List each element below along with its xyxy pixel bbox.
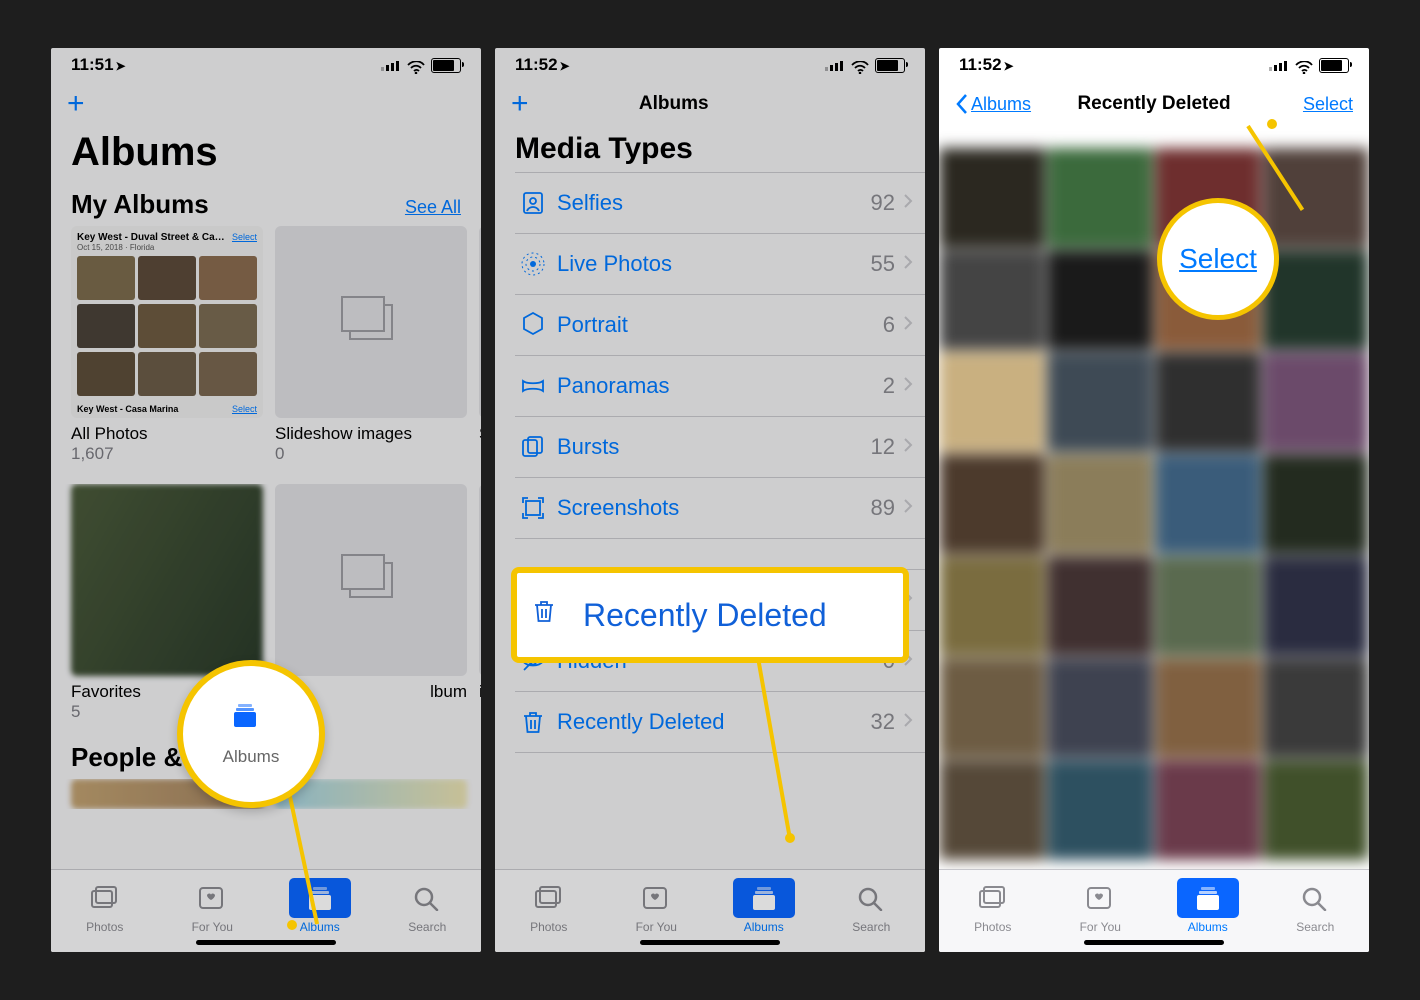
navbar: Albums Recently Deleted Select xyxy=(939,82,1369,126)
list-item-screenshots[interactable]: Screenshots89 xyxy=(515,478,925,539)
albums-icon xyxy=(749,885,779,911)
nav-title: Recently Deleted xyxy=(1077,93,1230,115)
signal-icon xyxy=(825,59,845,71)
signal-icon xyxy=(381,59,401,71)
signal-icon xyxy=(1269,59,1289,71)
bursts-icon xyxy=(515,434,551,460)
tutorial-triple-screenshot: 11:51➤ + Albums My Albums See All Key We… xyxy=(0,0,1420,1000)
time: 11:52 xyxy=(959,55,1002,74)
page-title: Albums xyxy=(51,126,481,183)
album-slideshow[interactable]: Slideshow images 0 xyxy=(275,226,467,464)
list-item-trash[interactable]: Recently Deleted32 xyxy=(515,692,925,753)
trash-icon xyxy=(531,598,565,632)
chevron-right-icon xyxy=(903,498,913,519)
back-button[interactable]: Albums xyxy=(955,93,1045,115)
select-button[interactable]: Select xyxy=(1263,94,1353,115)
list-item-selfies[interactable]: Selfies92 xyxy=(515,172,925,234)
screen1-albums: 11:51➤ + Albums My Albums See All Key We… xyxy=(51,48,481,952)
chevron-back-icon xyxy=(955,93,969,115)
section-media-types: Media Types xyxy=(495,126,925,172)
section-my-albums: My Albums See All xyxy=(51,183,481,226)
time: 11:51 xyxy=(71,55,114,74)
navbar: + Albums xyxy=(495,82,925,126)
location-icon: ➤ xyxy=(560,59,570,73)
photos-icon xyxy=(534,885,564,911)
screen3-recently-deleted: 11:52➤ Albums Recently Deleted Select Ph… xyxy=(939,48,1369,952)
tab-search[interactable]: Search xyxy=(374,870,482,952)
chevron-right-icon xyxy=(903,437,913,458)
tab-photos[interactable]: Photos xyxy=(939,870,1047,952)
heart-icon xyxy=(1085,885,1115,911)
chevron-right-icon xyxy=(903,254,913,275)
list-item-portrait[interactable]: Portrait6 xyxy=(515,295,925,356)
list-item-live[interactable]: Live Photos55 xyxy=(515,234,925,295)
chevron-right-icon xyxy=(903,376,913,397)
search-icon xyxy=(1300,885,1330,911)
statusbar: 11:52➤ xyxy=(495,48,925,82)
time: 11:52 xyxy=(515,55,558,74)
list-item-pano[interactable]: Panoramas2 xyxy=(515,356,925,417)
selfies-icon xyxy=(515,190,551,216)
battery-icon xyxy=(431,58,461,73)
home-indicator xyxy=(196,940,336,945)
photos-icon xyxy=(978,885,1008,911)
wifi-icon xyxy=(407,59,425,71)
heart-icon xyxy=(197,885,227,911)
home-indicator xyxy=(640,940,780,945)
deleted-photos-grid[interactable] xyxy=(939,148,1369,870)
callout-dot xyxy=(287,920,297,930)
search-icon xyxy=(856,885,886,911)
callout-dot xyxy=(1267,119,1277,129)
wifi-icon xyxy=(1295,59,1313,71)
albums-icon xyxy=(1193,885,1223,911)
navbar: + xyxy=(51,82,481,126)
home-indicator xyxy=(1084,940,1224,945)
chevron-right-icon xyxy=(903,712,913,733)
search-icon xyxy=(412,885,442,911)
tab-photos[interactable]: Photos xyxy=(51,870,159,952)
heart-icon xyxy=(641,885,671,911)
add-button[interactable]: + xyxy=(67,89,85,119)
album-all-photos[interactable]: Key West - Duval Street & Ca…Oct 15, 201… xyxy=(71,226,263,464)
albums-icon xyxy=(230,702,272,738)
highlight-select: Select xyxy=(1157,198,1279,320)
location-icon: ➤ xyxy=(116,59,126,73)
chevron-right-icon xyxy=(903,315,913,336)
albums-icon xyxy=(305,885,335,911)
screenshots-icon xyxy=(515,495,551,521)
screen2-media-types: 11:52➤ + Albums Media Types Selfies92Live… xyxy=(495,48,925,952)
callout-dot xyxy=(785,833,795,843)
wifi-icon xyxy=(851,59,869,71)
see-all-link[interactable]: See All xyxy=(405,197,461,218)
statusbar: 11:51➤ xyxy=(51,48,481,82)
nav-title: Albums xyxy=(639,93,709,115)
highlight-recently-deleted: Recently Deleted xyxy=(511,567,909,663)
portrait-icon xyxy=(515,312,551,338)
tab-photos[interactable]: Photos xyxy=(495,870,603,952)
add-button[interactable]: + xyxy=(511,89,529,119)
chevron-right-icon xyxy=(903,193,913,214)
placeholder-icon xyxy=(349,304,393,340)
album-peek2[interactable]: iP xyxy=(479,484,481,722)
placeholder-icon xyxy=(349,562,393,598)
media-types-list: Selfies92Live Photos55Portrait6Panoramas… xyxy=(495,172,925,539)
battery-icon xyxy=(1319,58,1349,73)
trash-icon xyxy=(515,709,551,735)
highlight-albums-tab: Albums xyxy=(177,660,325,808)
tab-search[interactable]: Search xyxy=(1262,870,1370,952)
album-peek[interactable]: S xyxy=(479,226,481,464)
pano-icon xyxy=(515,373,551,399)
photos-icon xyxy=(90,885,120,911)
battery-icon xyxy=(875,58,905,73)
statusbar: 11:52➤ xyxy=(939,48,1369,82)
list-item-bursts[interactable]: Bursts12 xyxy=(515,417,925,478)
live-icon xyxy=(515,251,551,277)
tab-search[interactable]: Search xyxy=(818,870,926,952)
location-icon: ➤ xyxy=(1004,59,1014,73)
album-row-1: Key West - Duval Street & Ca…Oct 15, 201… xyxy=(51,226,481,464)
